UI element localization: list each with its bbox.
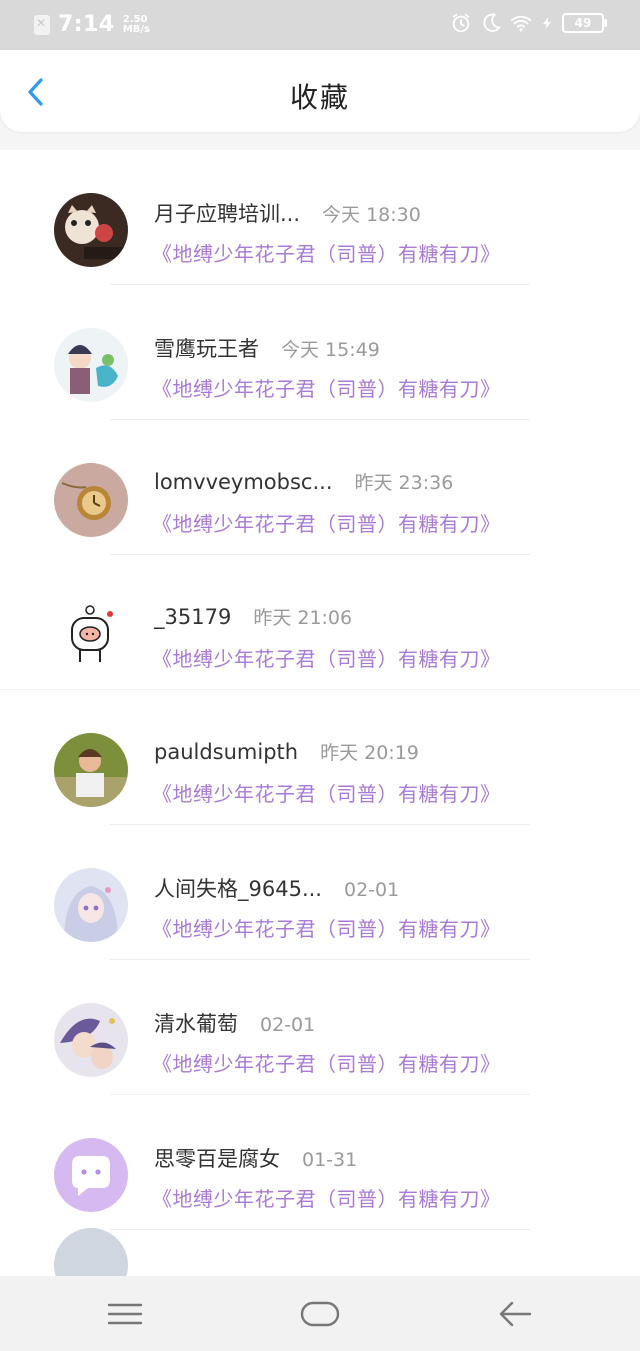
item-time: 今天 15:49	[281, 339, 380, 361]
avatar[interactable]	[54, 598, 128, 672]
status-bar-left: 7:14 2.50 MB/s	[34, 12, 150, 37]
default-avatar-icon	[54, 1138, 128, 1212]
item-time: 昨天 21:06	[253, 607, 353, 629]
item-quote[interactable]: 《地缚少年花子君（司普）有糖有刀》	[152, 1048, 501, 1077]
item-username: pauldsumipth	[154, 740, 299, 764]
item-quote[interactable]: 《地缚少年花子君（司普）有糖有刀》	[152, 373, 501, 402]
status-bar-right: 49	[450, 12, 607, 34]
item-quote[interactable]: 《地缚少年花子君（司普）有糖有刀》	[152, 508, 501, 537]
back-arrow-icon[interactable]	[496, 1294, 536, 1334]
list-item[interactable]: 月子应聘培训... 今天 18:30 《地缚少年花子君（司普）有糖有刀》	[0, 150, 640, 285]
charging-icon	[542, 17, 552, 29]
moon-icon	[483, 13, 502, 32]
avatar[interactable]	[54, 328, 128, 402]
item-time: 01-31	[302, 1149, 358, 1171]
item-time: 昨天 20:19	[320, 742, 419, 764]
battery-icon: 49	[562, 13, 607, 33]
item-username: 月子应聘培训...	[154, 202, 301, 226]
item-quote[interactable]: 《地缚少年花子君（司普）有糖有刀》	[152, 1183, 501, 1212]
anime-boys-avatar-image	[54, 1003, 128, 1077]
avatar[interactable]	[54, 463, 128, 537]
item-quote[interactable]: 《地缚少年花子君（司普）有糖有刀》	[152, 643, 501, 672]
avatar[interactable]	[54, 868, 128, 942]
partial-avatar-image	[54, 1228, 128, 1276]
alarm-icon	[452, 13, 470, 33]
item-quote[interactable]: 《地缚少年花子君（司普）有糖有刀》	[152, 778, 501, 807]
item-username: 清水葡萄	[154, 1012, 238, 1036]
system-nav-bar	[0, 1276, 640, 1351]
item-quote[interactable]: 《地缚少年花子君（司普）有糖有刀》	[152, 238, 501, 267]
menu-icon[interactable]	[105, 1294, 145, 1334]
status-bar: 7:14 2.50 MB/s 49	[0, 0, 640, 50]
item-username: lomvveymobsc...	[154, 470, 333, 494]
item-username: _35179	[154, 605, 232, 629]
list-item[interactable]: 思零百是腐女 01-31 《地缚少年花子君（司普）有糖有刀》	[0, 1095, 640, 1230]
item-time: 昨天 23:36	[354, 472, 454, 494]
wifi-icon	[510, 15, 532, 32]
doodle-avatar-image	[54, 598, 128, 672]
avatar	[54, 1228, 128, 1276]
avatar[interactable]	[54, 1003, 128, 1077]
network-speed-value: 2.50	[122, 13, 148, 25]
avatar[interactable]	[54, 733, 128, 807]
list-item-partial	[0, 1228, 640, 1276]
list-item[interactable]: pauldsumipth 昨天 20:19 《地缚少年花子君（司普）有糖有刀》	[0, 690, 640, 825]
list-item[interactable]: lomvveymobsc... 昨天 23:36 《地缚少年花子君（司普）有糖有…	[0, 420, 640, 555]
battery-level: 49	[574, 16, 592, 30]
list-item[interactable]: _35179 昨天 21:06 《地缚少年花子君（司普）有糖有刀》	[0, 555, 640, 690]
item-username: 思零百是腐女	[154, 1147, 280, 1171]
page-title: 收藏	[289, 81, 350, 114]
pocket-watch-avatar-image	[54, 463, 128, 537]
item-username: 雪鹰玩王者	[154, 337, 259, 361]
favorites-list: 月子应聘培训... 今天 18:30 《地缚少年花子君（司普）有糖有刀》 雪鹰玩…	[0, 150, 640, 1276]
item-time: 02-01	[343, 879, 400, 901]
item-time: 今天 18:30	[322, 204, 421, 226]
list-item[interactable]: 清水葡萄 02-01 《地缚少年花子君（司普）有糖有刀》	[0, 960, 640, 1095]
notification-blocked-icon	[34, 14, 50, 35]
list-item[interactable]: 人间失格_9645... 02-01 《地缚少年花子君（司普）有糖有刀》	[0, 825, 640, 960]
status-time: 7:14	[58, 12, 115, 37]
item-quote[interactable]: 《地缚少年花子君（司普）有糖有刀》	[152, 913, 501, 942]
item-time: 02-01	[260, 1014, 316, 1036]
anime-avatar-image	[54, 328, 128, 402]
app-header: 收藏	[0, 50, 640, 132]
network-speed-unit: MB/s	[122, 23, 150, 35]
avatar[interactable]	[54, 1138, 128, 1212]
network-speed: 2.50 MB/s	[122, 13, 150, 35]
cat-avatar-image	[54, 193, 128, 267]
avatar[interactable]	[54, 193, 128, 267]
home-icon[interactable]	[300, 1294, 340, 1334]
photo-avatar-image	[54, 733, 128, 807]
item-username: 人间失格_9645...	[154, 877, 322, 901]
list-item[interactable]: 雪鹰玩王者 今天 15:49 《地缚少年花子君（司普）有糖有刀》	[0, 285, 640, 420]
anime-girl-avatar-image	[54, 868, 128, 942]
